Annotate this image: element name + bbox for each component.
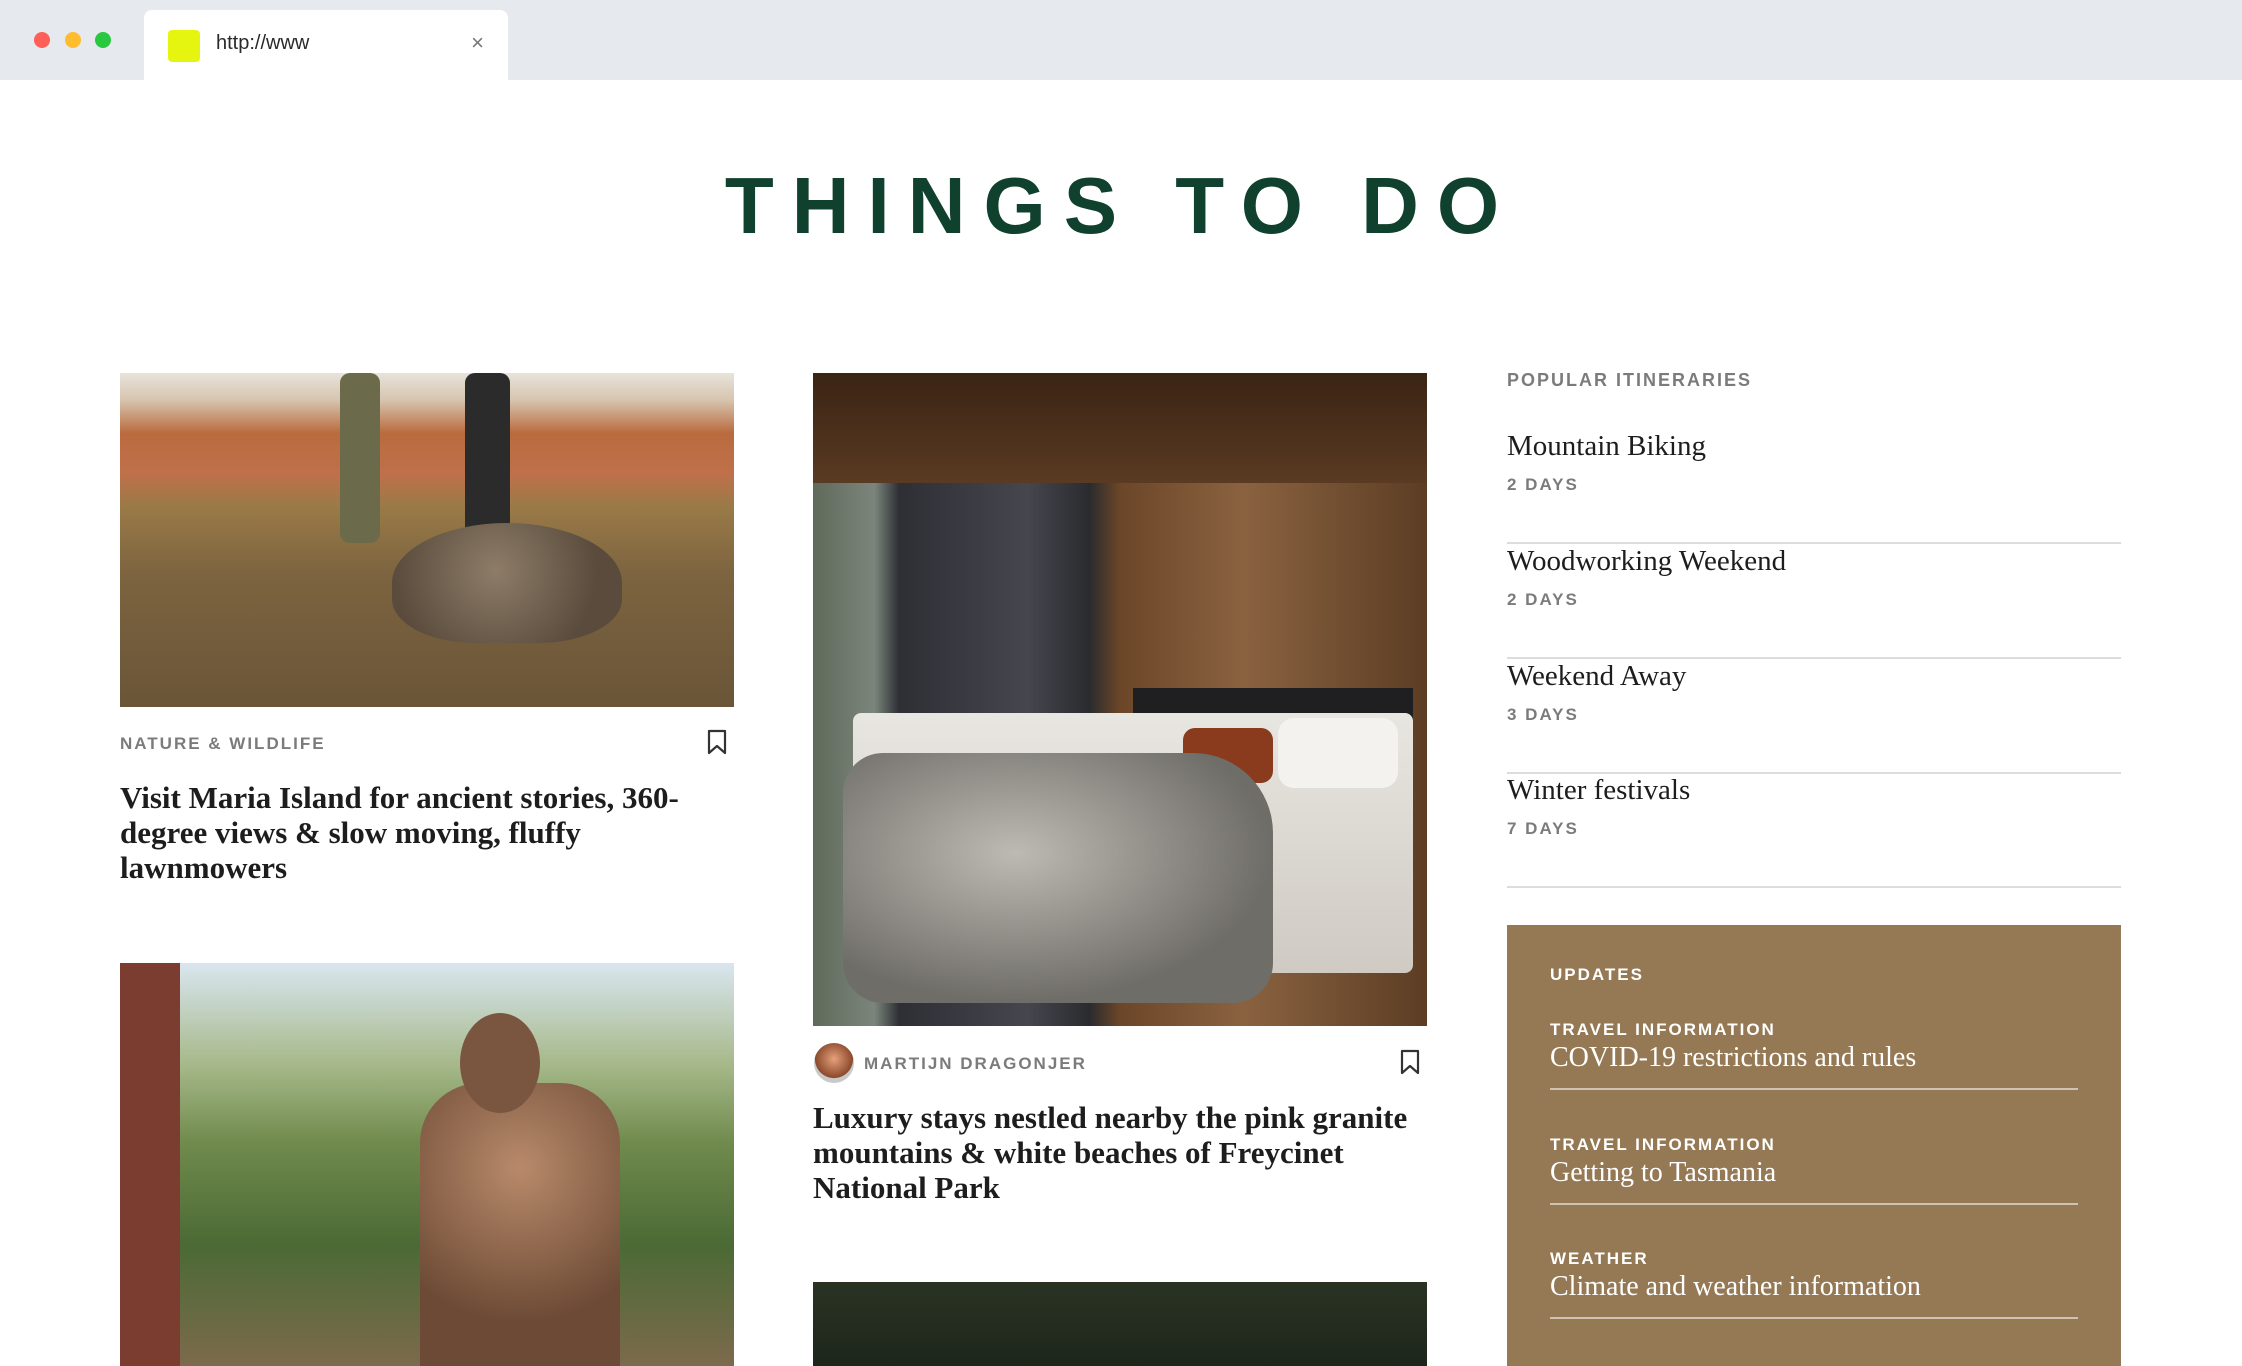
bookmark-icon[interactable] — [707, 729, 727, 755]
fur-throw — [843, 753, 1273, 1003]
itinerary-title: Mountain Biking — [1507, 430, 1706, 462]
update-item[interactable]: WEATHER Climate and weather information — [1550, 1249, 2078, 1319]
page-title: THINGS TO DO — [724, 161, 1518, 250]
wombat-image[interactable] — [120, 373, 734, 707]
itinerary-duration: 2 DAYS — [1507, 590, 1579, 609]
favicon-icon — [168, 30, 200, 62]
itinerary-duration: 3 DAYS — [1507, 705, 1579, 724]
tab-title: http://www — [216, 32, 310, 54]
card-category[interactable]: NATURE & WILDLIFE — [120, 734, 326, 754]
performer-head — [460, 1013, 540, 1113]
hiker-legs — [340, 373, 380, 543]
browser-tab[interactable]: http://www × — [144, 10, 508, 80]
card-title[interactable]: Visit Maria Island for ancient stories, … — [120, 780, 730, 885]
card-title[interactable]: Luxury stays nestled nearby the pink gra… — [813, 1100, 1423, 1205]
bookmark-icon[interactable] — [1400, 1049, 1420, 1075]
updates-panel: UPDATES TRAVEL INFORMATION COVID-19 rest… — [1507, 925, 2121, 1366]
itinerary-title: Weekend Away — [1507, 660, 1687, 692]
update-category: TRAVEL INFORMATION — [1550, 1135, 1776, 1154]
update-title: Getting to Tasmania — [1550, 1157, 1777, 1188]
performer — [420, 1083, 620, 1366]
update-title: Climate and weather information — [1550, 1271, 1921, 1302]
itinerary-duration: 7 DAYS — [1507, 819, 1579, 838]
hiker-legs — [465, 373, 510, 548]
itinerary-item[interactable]: Woodworking Weekend 2 DAYS — [1507, 545, 2121, 659]
pillow — [1278, 718, 1398, 788]
itinerary-title: Woodworking Weekend — [1507, 545, 1787, 577]
author-name[interactable]: MARTIJN DRAGONJER — [864, 1054, 1087, 1074]
itinerary-item[interactable]: Winter festivals 7 DAYS — [1507, 774, 2121, 888]
close-window-button[interactable] — [34, 32, 50, 48]
update-item[interactable]: TRAVEL INFORMATION Getting to Tasmania — [1550, 1135, 2078, 1205]
browser-chrome: http://www × — [0, 0, 2242, 80]
luxury-bedroom-image[interactable] — [813, 373, 1427, 1026]
author-avatar[interactable] — [814, 1043, 854, 1083]
itinerary-item[interactable]: Weekend Away 3 DAYS — [1507, 660, 2121, 774]
maximize-window-button[interactable] — [95, 32, 111, 48]
updates-heading: UPDATES — [1550, 965, 1644, 984]
brick-wall — [120, 963, 180, 1366]
tab-close-icon[interactable]: × — [471, 32, 484, 54]
update-title: COVID-19 restrictions and rules — [1550, 1042, 1917, 1073]
update-item[interactable]: TRAVEL INFORMATION COVID-19 restrictions… — [1550, 1020, 2078, 1090]
update-category: WEATHER — [1550, 1249, 1649, 1268]
ceiling — [813, 373, 1427, 483]
popular-itineraries-heading: POPULAR ITINERARIES — [1507, 370, 1753, 390]
itinerary-title: Winter festivals — [1507, 774, 1691, 806]
update-category: TRAVEL INFORMATION — [1550, 1020, 1776, 1039]
minimize-window-button[interactable] — [65, 32, 81, 48]
wombat — [392, 523, 622, 643]
itinerary-duration: 2 DAYS — [1507, 475, 1579, 494]
aboriginal-performer-image[interactable] — [120, 963, 734, 1366]
itinerary-item[interactable]: Mountain Biking 2 DAYS — [1507, 430, 2121, 544]
forest-image[interactable] — [813, 1282, 1427, 1366]
